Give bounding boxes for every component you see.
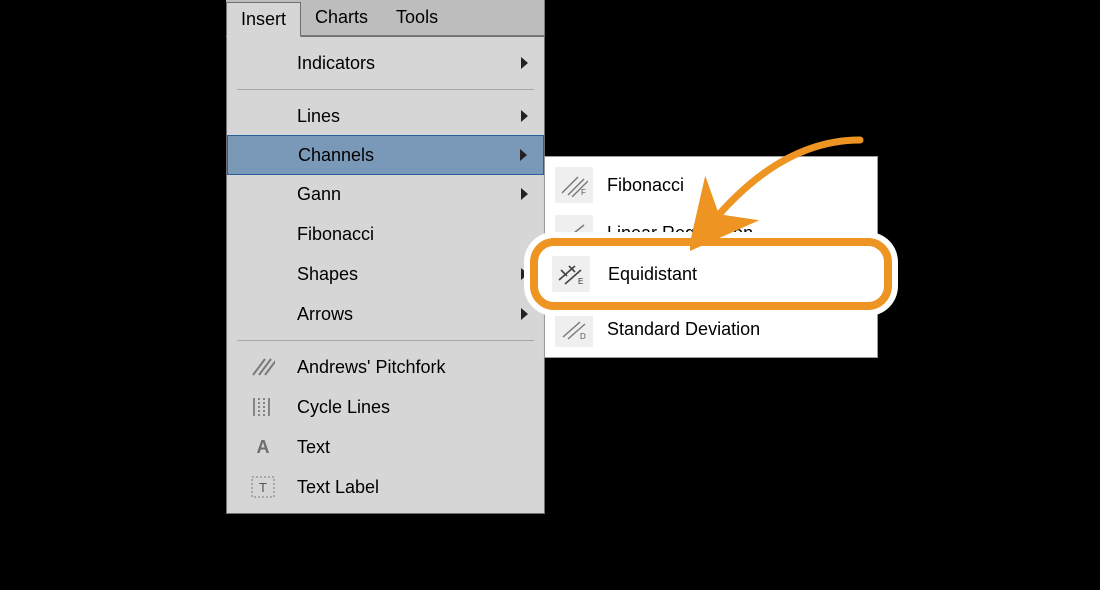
- menu-item-andrews-pitchfork[interactable]: Andrews' Pitchfork: [227, 347, 544, 387]
- menu-tab-charts[interactable]: Charts: [301, 0, 382, 35]
- menu-item-label: Gann: [297, 184, 521, 205]
- menu-tab-tools[interactable]: Tools: [382, 0, 452, 35]
- menu-item-text-label[interactable]: T Text Label: [227, 467, 544, 507]
- menu-item-label: Fibonacci: [297, 224, 528, 245]
- highlight-label: Equidistant: [608, 264, 697, 285]
- svg-text:F: F: [581, 188, 586, 197]
- chevron-right-icon: [521, 57, 528, 69]
- menu-item-cycle-lines[interactable]: Cycle Lines: [227, 387, 544, 427]
- menu-item-label: Lines: [297, 106, 521, 127]
- menu-separator: [237, 89, 534, 90]
- channel-fibonacci-icon: F: [555, 167, 593, 203]
- screenshot-root: Insert Charts Tools Indicators Lines Cha…: [0, 0, 1100, 590]
- svg-text:T: T: [259, 480, 267, 495]
- insert-dropdown: Indicators Lines Channels Gann Fibonacci…: [226, 36, 545, 514]
- menu-item-label: Indicators: [297, 53, 521, 74]
- chevron-right-icon: [521, 188, 528, 200]
- svg-text:E: E: [578, 277, 583, 286]
- highlight-callout: E Equidistant: [530, 238, 892, 310]
- channel-standard-deviation-icon: D: [555, 311, 593, 347]
- menu-item-label: Shapes: [297, 264, 521, 285]
- menu-tab-label: Charts: [315, 7, 368, 28]
- text-a-icon: A: [249, 435, 277, 459]
- menu-item-fibonacci[interactable]: Fibonacci: [227, 214, 544, 254]
- menubar: Insert Charts Tools: [226, 0, 545, 36]
- menu-item-channels[interactable]: Channels: [227, 135, 544, 175]
- menu-item-label: Cycle Lines: [297, 397, 528, 418]
- menu-item-label: Andrews' Pitchfork: [297, 357, 528, 378]
- channel-equidistant-icon: E: [552, 256, 590, 292]
- menu-item-arrows[interactable]: Arrows: [227, 294, 544, 334]
- text-label-icon: T: [249, 475, 277, 499]
- menu-item-label: Arrows: [297, 304, 521, 325]
- menu-item-text[interactable]: A Text: [227, 427, 544, 467]
- submenu-item-label: Fibonacci: [607, 175, 684, 196]
- menu-tab-insert[interactable]: Insert: [226, 2, 301, 37]
- menu-item-label: Text: [297, 437, 528, 458]
- cycle-lines-icon: [249, 395, 277, 419]
- menu-separator: [237, 340, 534, 341]
- chevron-right-icon: [520, 149, 527, 161]
- menu-item-shapes[interactable]: Shapes: [227, 254, 544, 294]
- menu-item-lines[interactable]: Lines: [227, 96, 544, 136]
- submenu-item-label: Standard Deviation: [607, 319, 760, 340]
- chevron-right-icon: [521, 308, 528, 320]
- submenu-item-fibonacci[interactable]: F Fibonacci: [545, 161, 877, 209]
- menu-tab-label: Tools: [396, 7, 438, 28]
- svg-text:D: D: [580, 332, 586, 341]
- chevron-right-icon: [521, 110, 528, 122]
- menu-tab-label: Insert: [241, 9, 286, 30]
- menu-item-gann[interactable]: Gann: [227, 174, 544, 214]
- menu-item-label: Text Label: [297, 477, 528, 498]
- pitchfork-icon: [249, 355, 277, 379]
- menu-item-label: Channels: [298, 145, 520, 166]
- menu-item-indicators[interactable]: Indicators: [227, 43, 544, 83]
